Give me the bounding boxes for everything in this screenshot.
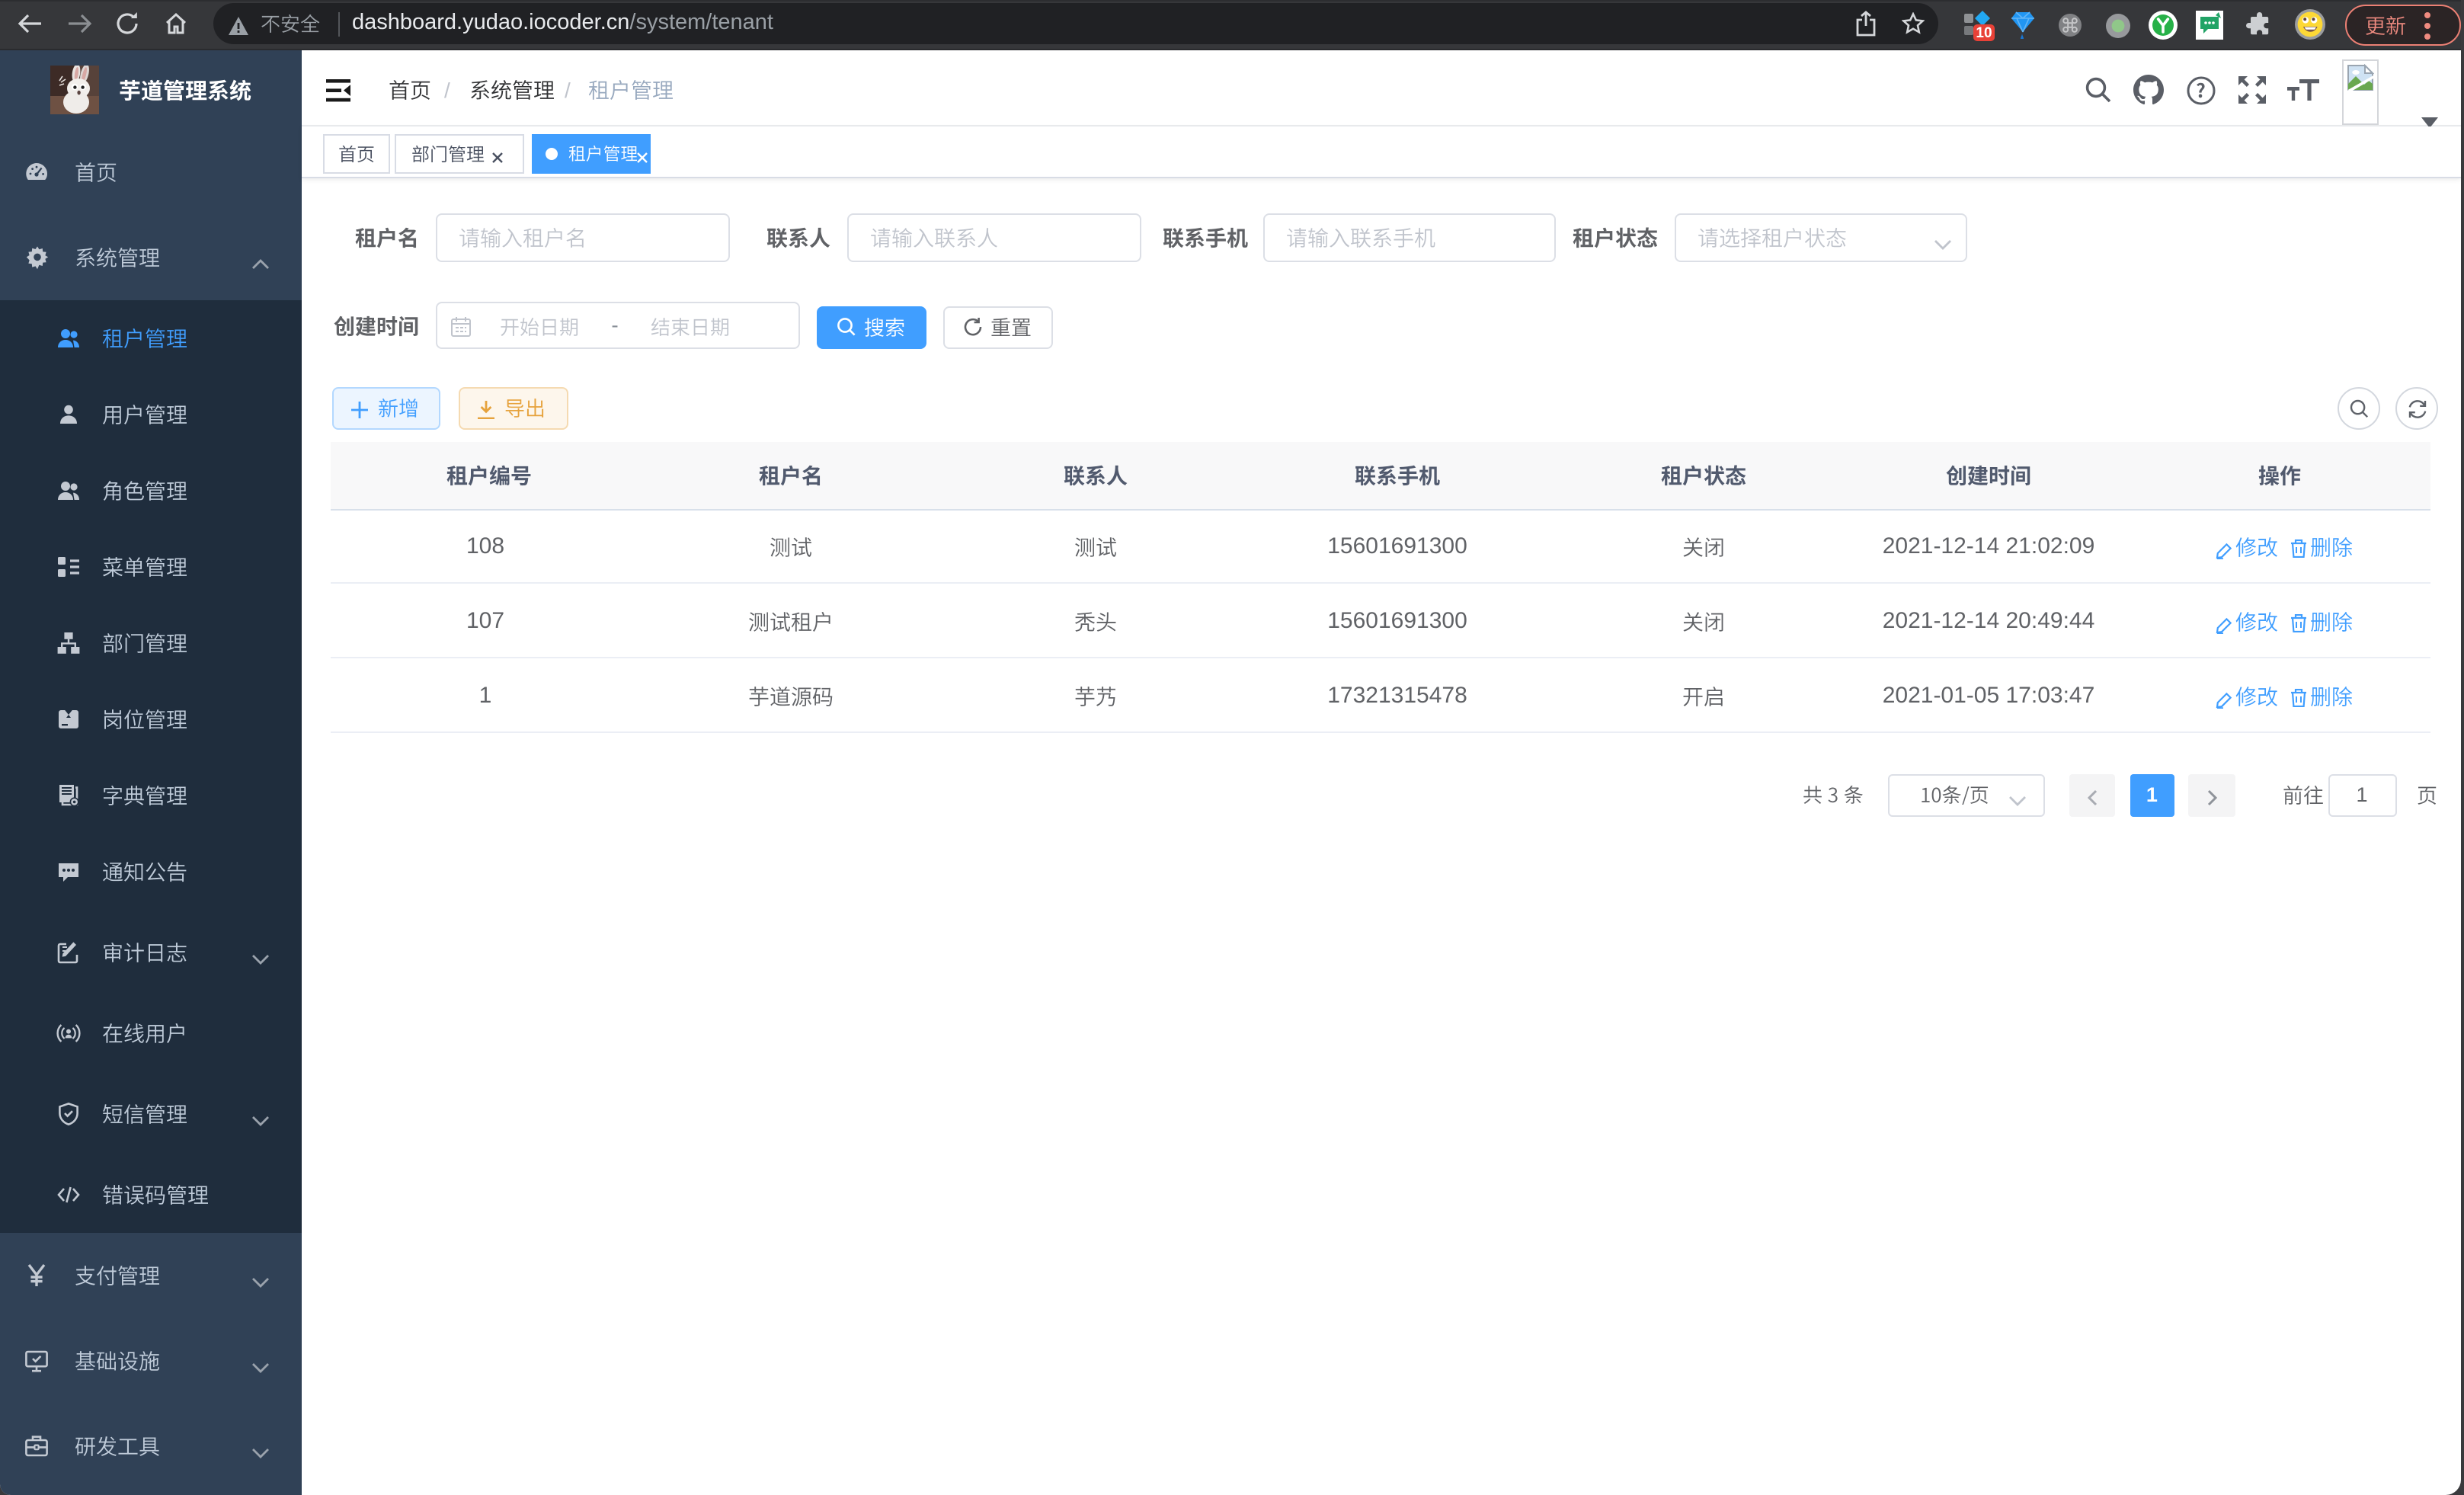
svg-text:10: 10 [1976,25,1992,41]
